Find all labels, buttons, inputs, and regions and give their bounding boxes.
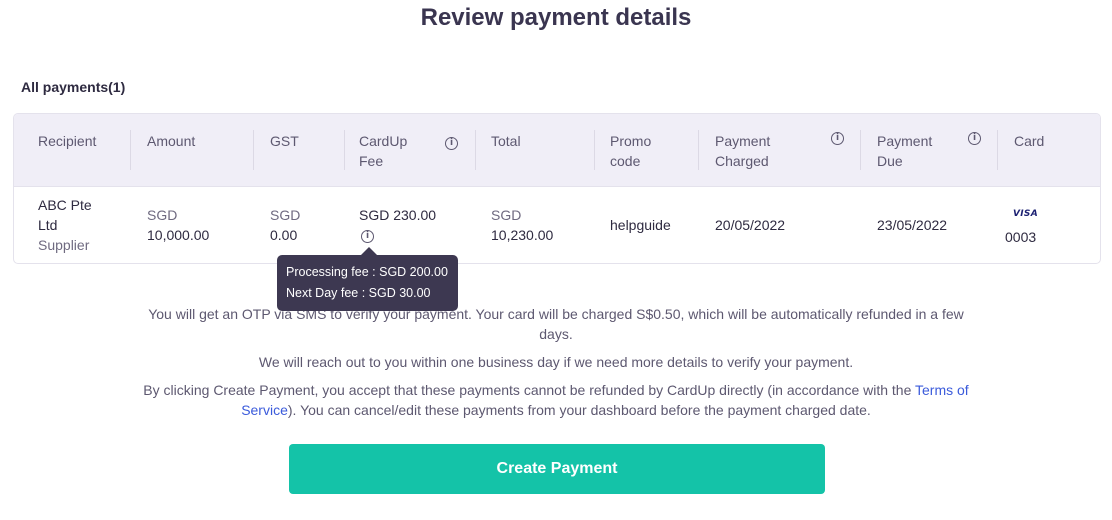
header-card: Card	[1014, 133, 1045, 149]
column-divider	[344, 130, 345, 170]
column-divider	[698, 130, 699, 170]
payments-table: Recipient Amount GST CardUp Fee i Total …	[13, 113, 1101, 264]
visa-card-icon: VISA	[1013, 209, 1038, 219]
terms-notice: By clicking Create Payment, you accept t…	[140, 380, 972, 420]
payment-charged-info-icon[interactable]: i	[831, 132, 844, 145]
header-payment-due-label: Payment Due	[877, 133, 933, 169]
column-divider	[860, 130, 861, 170]
column-divider	[475, 130, 476, 170]
header-amount: Amount	[147, 133, 196, 149]
reach-out-notice: We will reach out to you within one busi…	[258, 354, 854, 370]
processing-fee-line: Processing fee : SGD 200.00	[286, 265, 448, 279]
next-day-fee-line: Next Day fee : SGD 30.00	[286, 286, 431, 300]
create-payment-button[interactable]: Create Payment	[289, 444, 825, 494]
recipient-type: Supplier	[38, 237, 90, 253]
amount-currency: SGD	[147, 207, 178, 223]
all-payments-label: All payments(1)	[21, 79, 126, 95]
payment-due-info-icon[interactable]: i	[968, 132, 981, 145]
gst-value: 0.00	[270, 227, 298, 243]
column-divider	[130, 130, 131, 170]
column-divider	[997, 130, 998, 170]
cardup-fee-value: SGD 230.00	[359, 207, 437, 223]
header-cardup-fee-label: CardUp Fee	[359, 133, 408, 169]
otp-notice: You will get an OTP via SMS to verify yo…	[148, 306, 964, 342]
column-divider	[594, 130, 595, 170]
header-total: Total	[491, 133, 521, 149]
gst-currency: SGD	[270, 207, 301, 223]
payment-charged-date: 20/05/2022	[715, 217, 786, 233]
fee-breakdown-info-icon[interactable]: i	[361, 230, 374, 243]
terms-text-after: ). You can cancel/edit these payments fr…	[287, 402, 871, 418]
page-title: Review payment details	[420, 4, 692, 31]
header-promo-code: Promo code	[610, 131, 670, 171]
header-payment-due: Payment Due	[877, 131, 947, 171]
column-divider	[253, 130, 254, 170]
table-header: Recipient Amount GST CardUp Fee i Total …	[14, 114, 1100, 187]
amount-value: 10,000.00	[147, 227, 210, 243]
card-last4: 0003	[1005, 229, 1037, 245]
header-cardup-fee: CardUp Fee	[359, 131, 419, 171]
promo-code-value: helpguide	[610, 217, 671, 233]
recipient-name: ABC Pte Ltd	[38, 197, 92, 233]
tooltip-arrow	[361, 247, 377, 255]
fee-breakdown-tooltip: Processing fee : SGD 200.00 Next Day fee…	[277, 255, 458, 311]
payment-due-date: 23/05/2022	[877, 217, 948, 233]
terms-text-before: By clicking Create Payment, you accept t…	[143, 382, 916, 398]
total-value: 10,230.00	[491, 227, 554, 243]
header-payment-charged-label: Payment Charged	[715, 133, 771, 169]
cardup-fee-info-icon[interactable]: i	[445, 137, 458, 150]
header-payment-charged: Payment Charged	[715, 131, 787, 171]
header-recipient: Recipient	[38, 133, 97, 149]
header-gst: GST	[270, 133, 299, 149]
total-currency: SGD	[491, 207, 522, 223]
header-promo-code-label: Promo code	[610, 133, 652, 169]
